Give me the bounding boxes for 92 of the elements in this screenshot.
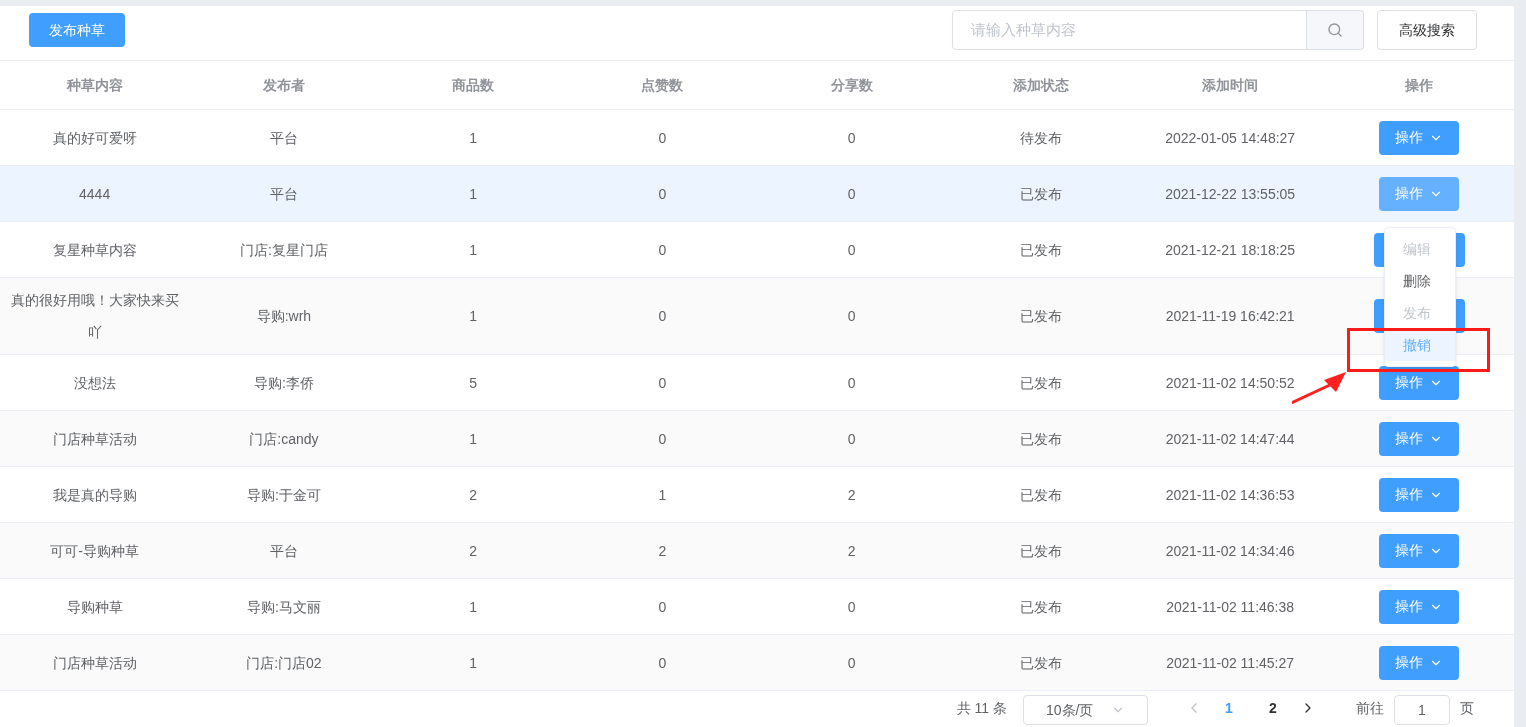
table-cell: 1 [469,654,477,671]
table-cell: 2021-11-02 14:47:44 [1165,430,1295,447]
table-cell: 平台 [269,129,298,146]
table-cell: 已发布 [1019,185,1062,202]
table-cell: 平台 [269,542,298,559]
table-cell: 2021-11-02 14:50:52 [1165,374,1295,391]
table-cell: 0 [658,598,667,615]
table-cell: 2021-11-02 11:45:27 [1166,654,1295,671]
table-cell: 导购:李侨 [253,374,314,391]
table-cell: 待发布 [1019,129,1062,146]
table-cell: 0 [658,654,667,671]
table-cell: 0 [658,185,667,202]
table-cell: 真的好可爱呀 [52,129,137,146]
search-button[interactable] [1307,10,1364,50]
table-cell: 平台 [269,185,298,202]
table-cell: 已发布 [1019,374,1062,391]
table-cell: 4444 [79,185,111,202]
total-count: 共 11 条 [956,698,1007,718]
page-size-select[interactable]: 10条/页 [1023,695,1148,725]
table-cell: 2021-11-19 16:42:21 [1165,308,1295,324]
table-cell: 1 [469,185,477,202]
table-cell: 0 [847,374,856,391]
table-cell: 门店:复星门店 [239,241,328,258]
table-cell: 2021-12-21 18:18:25 [1165,241,1296,258]
table-cell: 0 [847,598,856,615]
table-cell: 0 [847,654,856,671]
table-cell: 0 [658,241,667,258]
table-cell: 0 [847,430,856,447]
table-cell: 2021-11-02 14:34:46 [1165,542,1295,559]
table-cell: 0 [658,374,667,391]
column-header: 添加时间 [1202,76,1259,93]
table-cell: 0 [847,308,856,324]
table-cell: 复星种草内容 [52,241,137,258]
table-cell: 2 [469,486,477,503]
page-suffix: 页 [1460,698,1474,718]
table-cell: 1 [469,241,477,258]
table-cell: 导购种草 [66,598,123,615]
table-cell: 真的很好用哦！大家快来买吖 [10,292,179,340]
table-cell: 0 [658,430,667,447]
table-cell: 可可-导购种草 [50,542,139,559]
column-header: 商品数 [452,76,495,93]
table-cell: 1 [658,486,667,503]
table-cell: 已发布 [1019,542,1062,559]
table-cell: 1 [469,598,477,615]
column-header: 发布者 [262,76,305,93]
table-cell: 门店:candy [249,430,319,447]
table-cell: 2 [847,486,856,503]
table-cell: 已发布 [1019,241,1062,258]
table-cell: 1 [469,430,477,447]
table-cell: 2022-01-05 14:48:27 [1165,129,1296,146]
table-cell: 已发布 [1019,430,1062,447]
advanced-search-button[interactable]: 高级搜索 [1377,10,1477,50]
table-cell: 门店种草活动 [52,654,137,671]
table-cell: 0 [658,308,667,324]
table-cell: 没想法 [73,374,116,391]
table-cell: 已发布 [1019,598,1062,615]
search-field[interactable]: 请输入种草内容 [952,10,1307,50]
column-header: 操作 [1405,76,1434,93]
table-cell: 导购:wrh [256,308,312,324]
table-cell: 门店:门店02 [246,654,322,671]
table-cell: 门店种草活动 [52,430,137,447]
table-cell: 5 [469,374,477,391]
page-number[interactable]: 2 [1256,697,1290,719]
goto-label: 前往 [1356,698,1384,718]
table-cell: 已发布 [1019,654,1062,671]
column-header: 种草内容 [66,76,123,93]
column-header: 点赞数 [641,76,684,93]
table-cell: 0 [847,185,856,202]
table-cell: 1 [469,129,477,146]
table-cell: 1 [469,308,477,324]
table-row[interactable]: 门店种草活动 门店:门店02 1 0 0 已发布 2021-11-02 11:45:27 操作 [0,635,1514,691]
page-input[interactable]: 1 [1394,695,1450,725]
table-cell: 2021-12-22 13:55:05 [1165,185,1296,202]
search-icon [1327,22,1343,38]
table-cell: 已发布 [1019,308,1062,324]
table-cell: 2 [847,542,856,559]
column-header: 添加状态 [1012,76,1069,93]
table-cell: 0 [847,129,856,146]
table-cell: 0 [658,129,667,146]
table-cell: 导购:于金可 [246,486,321,503]
table-cell: 2021-11-02 14:36:53 [1165,486,1295,503]
table-cell: 导购:马文丽 [246,598,321,615]
table-cell: 2 [469,542,477,559]
table-row[interactable]: 门店种草活动 门店:candy 1 0 0 已发布 2021-11-02 14:47:44 操作 [0,411,1514,467]
table-cell: 我是真的导购 [52,486,137,503]
table-cell: 0 [847,241,856,258]
table-row[interactable]: 可可-导购种草 平台 2 2 2 已发布 2021-11-02 14:34:46 操作 [0,523,1514,579]
table-row[interactable]: 4444 平台 1 0 0 已发布 2021-12-22 13:55:05 操作 [0,166,1514,222]
table-cell: 2 [658,542,667,559]
table-cell: 2021-11-02 11:46:38 [1166,598,1295,615]
column-header: 分享数 [830,76,873,93]
table-cell: 已发布 [1019,486,1062,503]
